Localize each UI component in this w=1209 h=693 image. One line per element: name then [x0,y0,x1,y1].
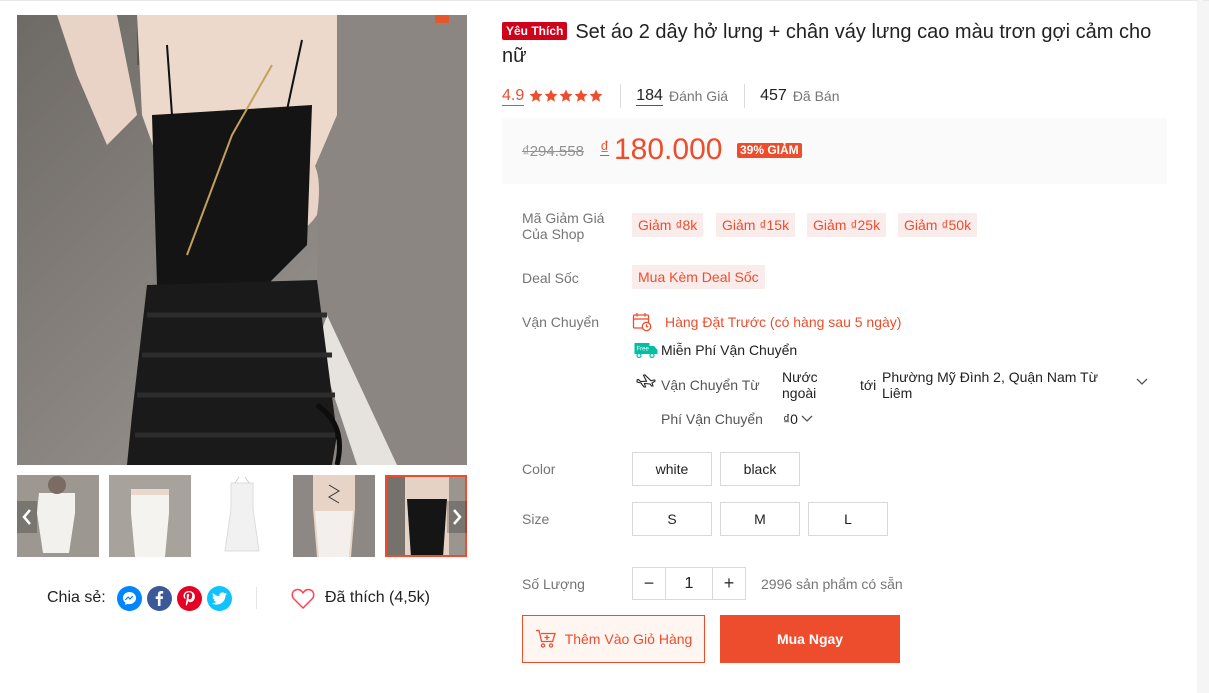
rating-stars [529,89,604,103]
star-icon [544,89,558,102]
thumbnail-4[interactable] [293,475,375,557]
chevron-left-icon [22,509,31,525]
quantity-decrease-button[interactable]: − [633,568,665,599]
quantity-label: Số Lượng [522,576,585,592]
sold-count: 457 [760,87,787,104]
price-box: ₫294.558 ₫ 180.000 39% GIẢM [502,118,1167,184]
preorder-text: Hàng Đặt Trước (có hàng sau 5 ngày) [665,314,902,330]
size-option-s[interactable]: S [632,502,712,536]
quantity-stepper: − 1 + [632,567,746,600]
add-to-cart-button[interactable]: Thêm Vào Giỏ Hàng [522,615,705,663]
share-row: Chia sẻ: [47,584,232,612]
free-shipping-truck-icon: Free [634,343,658,358]
free-shipping-text: Miễn Phí Vận Chuyển [661,342,798,358]
color-label: Color [522,461,556,477]
star-icon [559,89,573,102]
shipping-label: Vận Chuyển [522,314,600,330]
heart-icon [291,588,315,609]
share-like-divider [256,587,257,609]
shipping-fee-dropdown[interactable]: ₫0 [783,411,813,427]
product-title: Set áo 2 dây hở lưng + chân váy lưng cao… [502,21,1152,67]
star-icon [529,89,543,102]
free-shipping-row: Free Miễn Phí Vận Chuyển [634,342,797,358]
sold-label: Đã Bán [792,88,840,104]
page-right-gutter [1197,0,1203,693]
chevron-down-icon[interactable] [1136,378,1148,386]
product-title-row: Yêu Thích Set áo 2 dây hở lưng + chân váy… [502,20,1172,68]
star-icon [574,89,588,102]
messenger-icon[interactable] [116,585,142,611]
ship-from-value: Nước ngoài [782,369,818,401]
thumbnail-next-button[interactable] [447,501,467,533]
size-option-l[interactable]: L [808,502,888,536]
svg-text:Free: Free [637,347,650,353]
voucher-chip[interactable]: Giảm ₫8k [632,213,704,237]
stats-divider [744,84,746,108]
cart-add-icon [535,629,556,648]
add-to-cart-label: Thêm Vào Giỏ Hàng [564,631,693,647]
reviews-label: Đánh Giá [668,88,729,104]
chevron-right-icon [453,509,462,525]
ship-from-row: Vận Chuyển Từ Nước ngoài tới Phường Mỹ Đ… [636,368,1156,402]
shipping-fee-label: Phí Vận Chuyển [661,411,763,427]
stock-available: 2996 sản phẩm có sẵn [761,576,903,592]
voucher-chip[interactable]: Giảm ₫25k [807,213,887,237]
like-button[interactable]: Đã thích (4,5k) [291,584,430,612]
buy-now-button[interactable]: Mua Ngay [720,615,900,663]
facebook-icon[interactable] [146,585,172,611]
deal-label: Deal Sốc [522,270,579,286]
thumbnail-strip [17,475,467,557]
preorder-notice: Hàng Đặt Trước (có hàng sau 5 ngày) [632,312,901,332]
share-label: Chia sẻ: [47,589,106,606]
color-option-white[interactable]: white [632,452,712,486]
shipping-fee-value: ₫0 [782,411,798,427]
twitter-icon[interactable] [206,585,232,611]
calendar-clock-icon [632,313,652,332]
ship-to-label: tới [860,377,877,393]
discount-badge: 39% GIẢM [737,143,802,158]
product-card: Chia sẻ: Đã thích (4,5k) Yêu Thích Set áo… [0,0,1209,693]
shipping-fee-row: Phí Vận Chuyển ₫0 [661,411,813,427]
voucher-chip[interactable]: Giảm ₫50k [898,213,978,237]
color-option-black[interactable]: black [720,452,800,486]
reviews-count[interactable]: 184 [636,87,663,106]
voucher-chip[interactable]: Giảm ₫15k [716,213,796,237]
rating-stats-row: 4.9 184 Đánh Giá 457 Đã Bán [502,84,840,108]
quantity-increase-button[interactable]: + [713,568,745,599]
size-label: Size [522,511,550,527]
currency-symbol: ₫ [600,138,610,158]
current-price: 180.000 [614,133,723,166]
rating-value[interactable]: 4.9 [502,87,525,106]
star-icon [589,89,603,102]
top-divider [0,0,1209,1]
vouchers-label: Mã Giảm Giá Của Shop [522,210,605,242]
ship-from-label: Vận Chuyển Từ [661,377,760,393]
thumbnail-prev-button[interactable] [17,501,37,533]
quantity-input[interactable]: 1 [665,568,713,599]
thumbnail-3[interactable] [201,475,283,557]
thumbnail-2[interactable] [109,475,191,557]
ship-to-address[interactable]: Phường Mỹ Đình 2, Quận Nam Từ Liêm [882,369,1112,401]
pinterest-icon[interactable] [176,585,202,611]
original-price: ₫294.558 [522,143,584,160]
deal-chip[interactable]: Mua Kèm Deal Sốc [632,265,765,289]
size-option-m[interactable]: M [720,502,800,536]
product-main-image[interactable] [17,15,467,465]
like-count-label: Đã thích (4,5k) [325,589,430,606]
favorite-badge: Yêu Thích [502,22,568,40]
chevron-down-icon [801,415,813,422]
stats-divider [620,84,622,108]
airplane-icon [636,374,656,388]
